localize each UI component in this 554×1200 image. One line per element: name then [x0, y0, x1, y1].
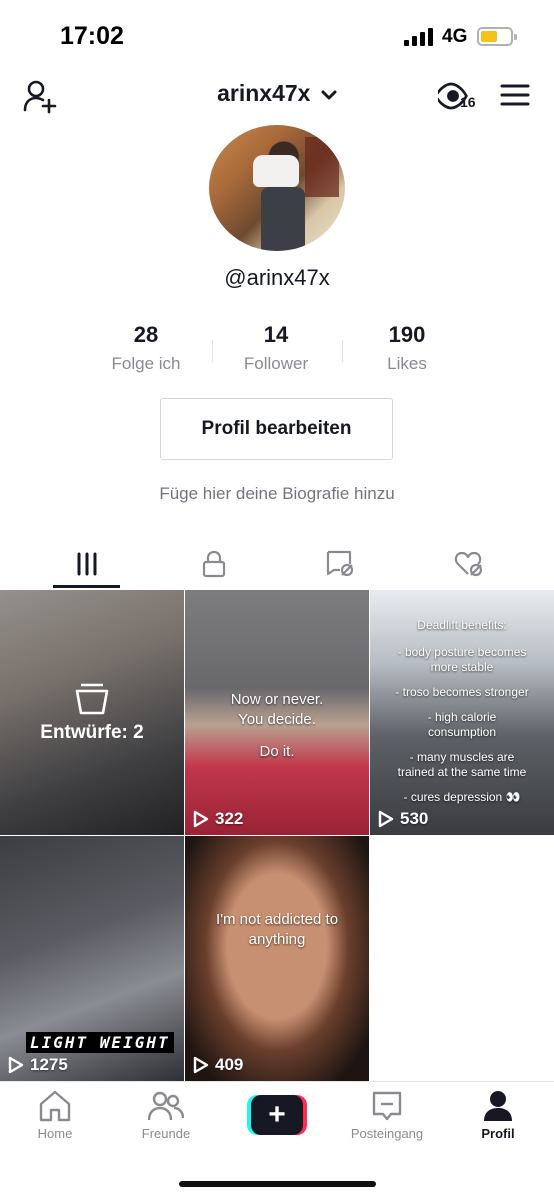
caption-line: Now or never.: [230, 691, 324, 708]
caption-line: - many muscles are: [409, 750, 515, 764]
stat-value: 14: [263, 322, 289, 347]
tab-videos[interactable]: [18, 540, 156, 588]
active-tab-indicator: [53, 585, 120, 588]
profile-stats: 28 Folge ich 14 Follower 190 Likes: [80, 322, 474, 382]
videos-grid-icon: [77, 552, 97, 576]
network-type: 4G: [442, 26, 468, 47]
view-count: 322: [193, 809, 243, 829]
caption-line: - troso becomes stronger: [395, 685, 529, 699]
status-time: 17:02: [60, 22, 124, 50]
stat-following[interactable]: 28 Folge ich: [81, 322, 211, 374]
drafts-label: Entwürfe: 2: [40, 721, 144, 743]
caption-line: Deadlift benefits:: [417, 618, 507, 632]
caption-line: more stable: [430, 660, 494, 674]
profile-avatar[interactable]: [209, 125, 345, 251]
stat-value: 28: [133, 322, 159, 347]
header-username: arinx47x: [217, 80, 311, 106]
home-indicator: [179, 1181, 376, 1187]
view-count: 409: [193, 1055, 243, 1075]
hamburger-icon: [500, 84, 530, 106]
caption-line: You decide.: [238, 711, 316, 728]
view-count: 1275: [8, 1055, 68, 1075]
nav-inbox[interactable]: Posteingang: [332, 1090, 442, 1141]
profile-header: arinx47x 16: [0, 70, 554, 120]
view-count: 530: [378, 809, 428, 829]
friends-icon: [148, 1091, 184, 1121]
inbox-icon: [372, 1091, 402, 1121]
profile-icon: [484, 1091, 512, 1121]
menu-button[interactable]: [498, 78, 532, 112]
lock-icon: [202, 550, 226, 578]
nav-label: Freunde: [141, 1126, 191, 1141]
status-bar: 17:02 4G: [0, 0, 554, 70]
nav-label: Home: [37, 1126, 73, 1141]
chevron-down-icon: [321, 90, 337, 100]
plus-icon: +: [251, 1095, 303, 1135]
tab-tagged[interactable]: [272, 540, 410, 588]
stat-value: 190: [388, 322, 426, 347]
stat-label: Folge ich: [111, 354, 181, 373]
nav-profile[interactable]: Profil: [443, 1090, 553, 1141]
video-caption: Now or never. You decide. Do it.: [185, 690, 369, 762]
caption-line: - body posture becomes: [397, 645, 527, 659]
caption-line: Do it.: [259, 743, 295, 760]
stat-likes[interactable]: 190 Likes: [342, 322, 472, 374]
nav-label: Profil: [481, 1126, 515, 1141]
nav-friends[interactable]: Freunde: [111, 1090, 221, 1141]
caption-line: trained at the same time: [397, 765, 527, 779]
caption-line: I'm not addicted to: [215, 911, 339, 928]
caption-line: - high calorie: [427, 710, 497, 724]
view-count-value: 1275: [30, 1055, 68, 1074]
play-icon: [193, 810, 209, 828]
video-tile[interactable]: Now or never. You decide. Do it. 322: [185, 590, 369, 835]
liked-hidden-icon: [454, 551, 483, 577]
signal-icon: [404, 28, 436, 46]
caption-line: anything: [248, 931, 306, 948]
drafts-overlay: Entwürfe: 2: [0, 590, 184, 835]
battery-icon: [477, 27, 517, 46]
tab-private[interactable]: [145, 540, 283, 588]
edit-profile-button[interactable]: Profil bearbeiten: [160, 398, 393, 460]
profile-tabs: [0, 540, 554, 588]
profile-views-count: 16: [460, 94, 476, 110]
stat-followers[interactable]: 14 Follower: [211, 322, 341, 374]
video-tile[interactable]: Deadlift benefits: - body posture become…: [370, 590, 554, 835]
caption-line: - cures depression 👀: [403, 790, 521, 804]
video-overlay-text: LIGHT WEIGHT: [26, 1032, 174, 1053]
video-caption: Deadlift benefits: - body posture become…: [370, 618, 554, 805]
tab-liked[interactable]: [400, 540, 538, 588]
view-count-value: 322: [215, 809, 244, 828]
play-icon: [378, 810, 394, 828]
video-tile[interactable]: I'm not addicted to anything 409: [185, 836, 369, 1081]
view-count-value: 530: [400, 809, 429, 828]
drafts-tile[interactable]: Entwürfe: 2: [0, 590, 184, 835]
profile-handle: @arinx47x: [224, 265, 330, 290]
create-button[interactable]: +: [247, 1095, 307, 1135]
play-icon: [8, 1056, 24, 1074]
view-count-value: 409: [215, 1055, 244, 1074]
stat-label: Follower: [243, 354, 309, 373]
video-tile[interactable]: LIGHT WEIGHT 1275: [0, 836, 184, 1081]
home-icon: [39, 1090, 71, 1122]
nav-home[interactable]: Home: [0, 1090, 110, 1141]
nav-label: Posteingang: [350, 1126, 424, 1141]
video-caption: I'm not addicted to anything: [185, 910, 369, 950]
play-icon: [193, 1056, 209, 1074]
stat-label: Likes: [387, 354, 427, 373]
caption-line: consumption: [427, 725, 497, 739]
bio-placeholder[interactable]: Füge hier deine Biografie hinzu: [0, 484, 554, 504]
drafts-icon: [75, 683, 109, 714]
tagged-icon: [326, 550, 354, 577]
